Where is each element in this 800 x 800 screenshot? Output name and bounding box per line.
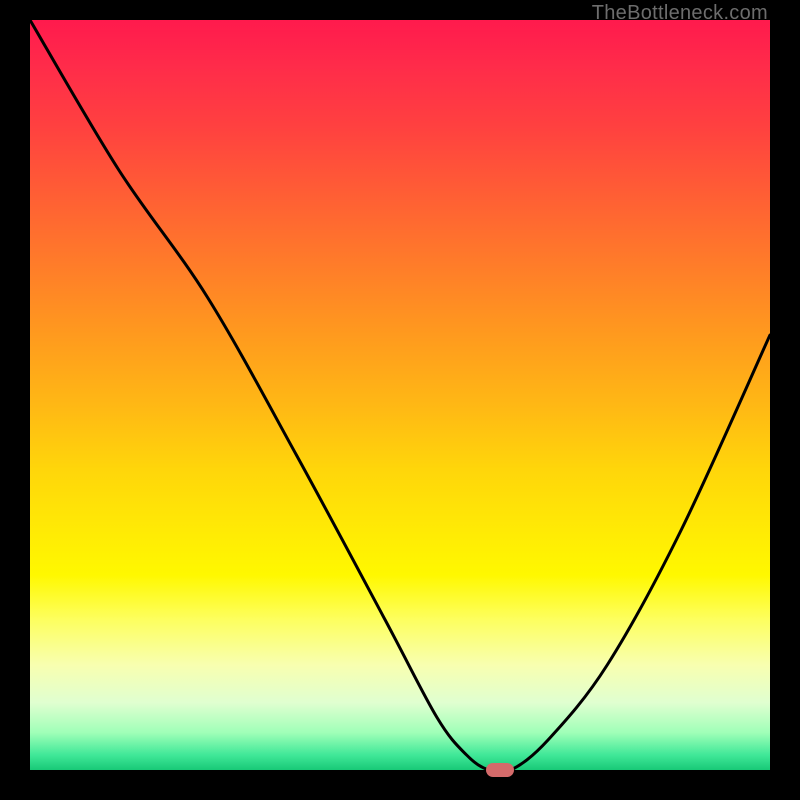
plot-area xyxy=(30,20,770,770)
chart-frame: TheBottleneck.com xyxy=(0,0,800,800)
watermark-text: TheBottleneck.com xyxy=(592,2,768,25)
bottleneck-curve xyxy=(30,20,770,770)
optimum-marker xyxy=(486,763,514,777)
